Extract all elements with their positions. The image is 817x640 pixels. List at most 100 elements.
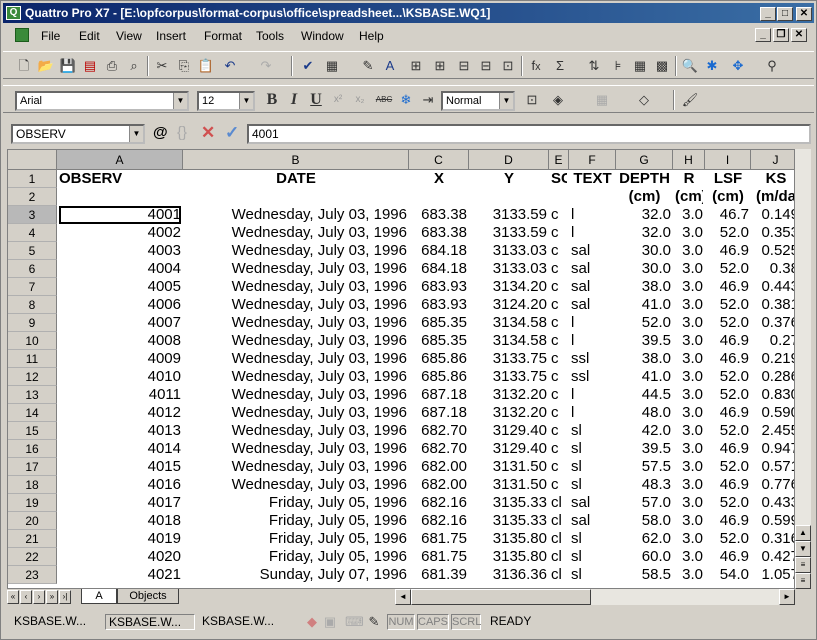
table-cell[interactable]: 3.0 <box>675 530 703 548</box>
column-header-a[interactable]: A <box>57 150 183 170</box>
chart-icon[interactable]: ▦ <box>323 57 341 75</box>
navigate-icon[interactable]: ✥ <box>729 57 747 75</box>
table-cell[interactable]: 52.0 <box>618 314 671 332</box>
table-cell[interactable]: 46.9 <box>707 440 749 458</box>
prev-sheet-icon[interactable]: ‹ <box>20 590 32 604</box>
table-cell[interactable]: 681.75 <box>411 548 467 566</box>
doc-restore-button[interactable]: ❐ <box>773 28 789 42</box>
table-cell[interactable]: 0.27 <box>753 332 794 350</box>
at-button[interactable]: @ <box>153 124 168 141</box>
table-cell[interactable]: 30.0 <box>618 260 671 278</box>
table-cell[interactable]: Wednesday, July 03, 1996 <box>185 260 407 278</box>
table-cell[interactable]: sal <box>571 260 614 278</box>
table-cell[interactable]: c <box>551 350 567 368</box>
text-box-icon[interactable]: A <box>381 57 399 75</box>
table-cell[interactable]: 32.0 <box>618 206 671 224</box>
table-cell[interactable]: l <box>571 332 614 350</box>
table-cell[interactable]: sal <box>571 242 614 260</box>
table-cell[interactable]: Wednesday, July 03, 1996 <box>185 332 407 350</box>
table-cell[interactable]: 3124.20 <box>471 296 547 314</box>
table-cell[interactable]: 3135.80 <box>471 548 547 566</box>
row-header[interactable]: 11 <box>8 350 57 368</box>
table-cell[interactable]: 3131.50 <box>471 458 547 476</box>
confirm-icon[interactable]: ✓ <box>225 123 239 143</box>
horizontal-scrollbar[interactable]: ◄ ► <box>395 589 795 605</box>
table-cell[interactable]: 4010 <box>59 368 181 386</box>
table-cell[interactable]: sal <box>571 278 614 296</box>
table-cell[interactable]: 0.38 <box>753 260 794 278</box>
table-cell[interactable]: Wednesday, July 03, 1996 <box>185 368 407 386</box>
tab-sheet-a[interactable]: A <box>81 589 117 604</box>
table-cell[interactable]: 0.381 <box>753 296 794 314</box>
style-select[interactable]: Normal ▼ <box>441 91 515 111</box>
table-cell[interactable]: 57.0 <box>618 494 671 512</box>
table-cell[interactable]: sal <box>571 296 614 314</box>
row-header[interactable]: 13 <box>8 386 57 404</box>
table-cell[interactable]: sl <box>571 458 614 476</box>
table-cell[interactable]: Friday, July 05, 1996 <box>185 548 407 566</box>
table-cell[interactable]: 3.0 <box>675 548 703 566</box>
name-box[interactable]: OBSERV ▼ <box>11 124 145 144</box>
table-cell[interactable]: 0.376 <box>753 314 794 332</box>
redo-icon[interactable]: ↷ <box>257 57 275 75</box>
table-cell[interactable]: 4009 <box>59 350 181 368</box>
table-cell[interactable]: Wednesday, July 03, 1996 <box>185 224 407 242</box>
table-cell[interactable]: 683.38 <box>411 224 467 242</box>
column-label-cell[interactable]: DATE <box>185 170 407 188</box>
table-cell[interactable]: Wednesday, July 03, 1996 <box>185 404 407 422</box>
column-header-f[interactable]: F <box>569 150 616 170</box>
table-cell[interactable]: sal <box>571 512 614 530</box>
paste-icon[interactable]: 📋 <box>197 57 215 75</box>
copy-icon[interactable]: ⎘ <box>175 57 193 75</box>
table-cell[interactable]: Sunday, July 07, 1996 <box>185 566 407 584</box>
open-folder-icon[interactable]: 📂 <box>37 57 55 75</box>
table-cell[interactable]: 3.0 <box>675 242 703 260</box>
table-cell[interactable]: 684.18 <box>411 260 467 278</box>
menu-file[interactable]: File <box>41 29 60 43</box>
table-cell[interactable]: 3.0 <box>675 422 703 440</box>
row-header[interactable]: 12 <box>8 368 57 386</box>
table-cell[interactable]: 4011 <box>59 386 181 404</box>
table-cell[interactable]: c <box>551 386 567 404</box>
table-cell[interactable]: c <box>551 224 567 242</box>
menu-tools[interactable]: Tools <box>256 29 284 43</box>
table-cell[interactable]: 0.353 <box>753 224 794 242</box>
column-label-cell[interactable]: OBSERV <box>59 170 181 188</box>
table-cell[interactable]: 44.5 <box>618 386 671 404</box>
table-cell[interactable]: 3134.20 <box>471 278 547 296</box>
table-cell[interactable]: cl <box>551 548 567 566</box>
table-cell[interactable]: 0.525 <box>753 242 794 260</box>
cell-contents-input[interactable]: 4001 <box>247 124 811 144</box>
table-cell[interactable]: 682.00 <box>411 458 467 476</box>
table-cell[interactable]: 4002 <box>59 224 181 242</box>
row-header[interactable]: 16 <box>8 440 57 458</box>
last-sheet-icon[interactable]: » <box>46 590 58 604</box>
column-label-cell[interactable] <box>185 188 407 206</box>
scroll-up-icon[interactable]: ▲ <box>795 525 811 541</box>
row-header[interactable]: 19 <box>8 494 57 512</box>
table-cell[interactable]: 685.35 <box>411 314 467 332</box>
size-icon[interactable]: ⊡ <box>499 57 517 75</box>
scroll-left-icon[interactable]: ◄ <box>395 589 411 605</box>
table-cell[interactable]: cl <box>551 566 567 584</box>
wrap-icon[interactable]: ⇥ <box>419 91 437 109</box>
table-cell[interactable]: 3135.33 <box>471 512 547 530</box>
table-cell[interactable]: 48.0 <box>618 404 671 422</box>
print-icon[interactable]: ⎙ <box>103 57 121 75</box>
table-cell[interactable]: 52.0 <box>707 494 749 512</box>
column-label-cell[interactable] <box>551 188 567 206</box>
table-cell[interactable]: 54.0 <box>707 566 749 584</box>
row-header[interactable]: 22 <box>8 548 57 566</box>
table-cell[interactable]: c <box>551 458 567 476</box>
row-header[interactable]: 8 <box>8 296 57 314</box>
table-cell[interactable]: 41.0 <box>618 368 671 386</box>
table-cell[interactable]: 681.39 <box>411 566 467 584</box>
table-cell[interactable]: 52.0 <box>707 458 749 476</box>
table-cell[interactable]: c <box>551 278 567 296</box>
table-cell[interactable]: 4019 <box>59 530 181 548</box>
table-cell[interactable]: 4004 <box>59 260 181 278</box>
table-cell[interactable]: 52.0 <box>707 296 749 314</box>
column-label-cell[interactable]: (cm) <box>707 188 749 206</box>
row-header[interactable]: 18 <box>8 476 57 494</box>
outline-icon[interactable]: ⊧ <box>609 57 627 75</box>
